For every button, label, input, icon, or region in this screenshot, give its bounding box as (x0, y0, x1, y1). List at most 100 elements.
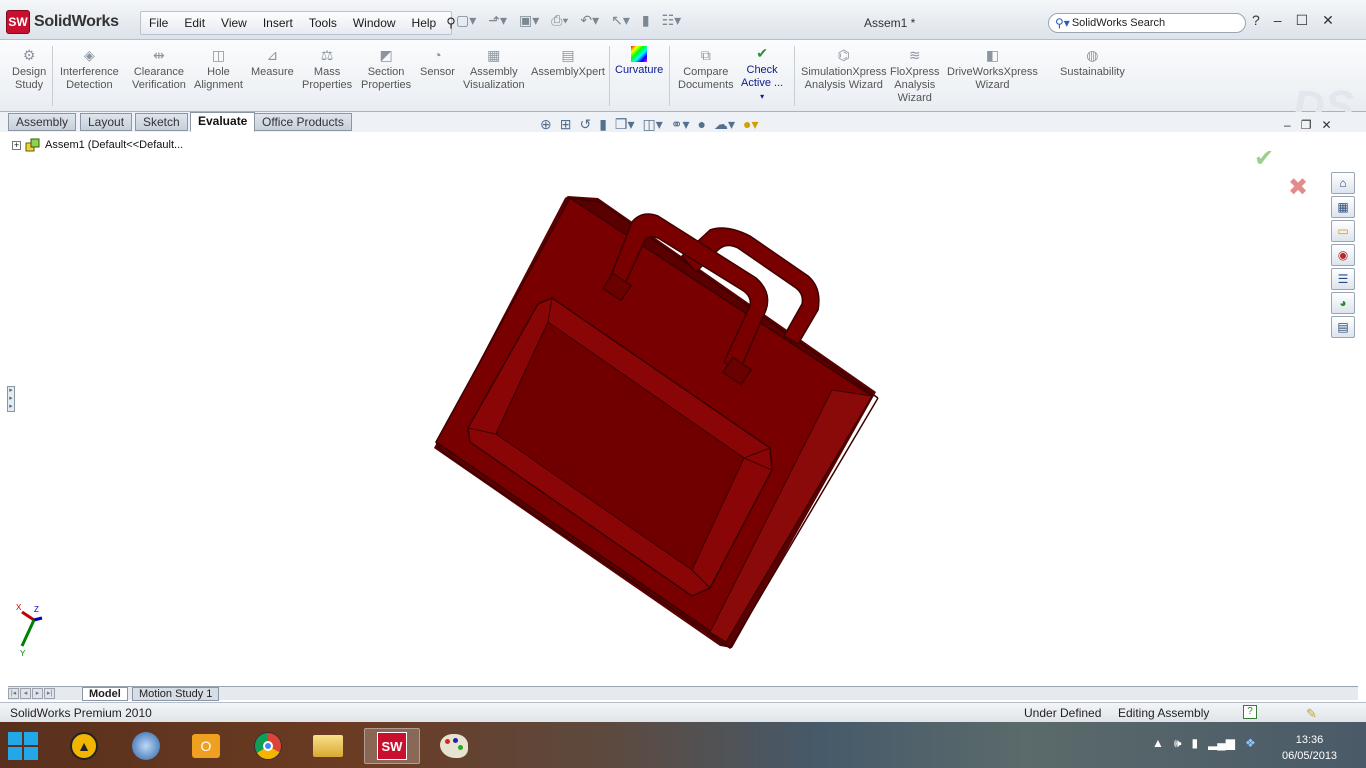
tab-evaluate[interactable]: Evaluate (190, 112, 256, 132)
network-signal-icon[interactable]: ▂▄▆ (1208, 736, 1235, 751)
custom-properties-icon[interactable]: ▤ (1331, 316, 1355, 338)
zoom-to-fit-icon[interactable]: ⊕ (540, 116, 552, 133)
check-active-icon: ✔ (756, 45, 768, 61)
tag-icon[interactable]: ✎ (1306, 705, 1317, 723)
search-3d-icon[interactable]: ◉ (1331, 244, 1355, 266)
taskbar-app-solidworks-icon[interactable]: SW (364, 728, 420, 764)
taskbar-app-explorer-icon[interactable] (300, 728, 356, 764)
search-input[interactable]: SolidWorks Search (1072, 17, 1165, 29)
solidworks-logo[interactable]: SW SolidWorks (6, 8, 140, 36)
driveworksxpress-button[interactable]: ◧ DriveWorksXpress Wizard (947, 46, 1038, 92)
dropbox-icon[interactable]: ❖ (1245, 736, 1256, 751)
minimize-button[interactable]: – (1274, 12, 1282, 29)
feature-tree-root[interactable]: + Assem1 (Default<<Default... (12, 138, 183, 152)
tab-motion-study-1[interactable]: Motion Study 1 (132, 687, 220, 701)
tab-sketch[interactable]: Sketch (135, 113, 188, 131)
viewport-minimize-button[interactable]: – (1284, 118, 1291, 132)
search-box[interactable]: ⚲▾ SolidWorks Search (1048, 13, 1246, 33)
hide-show-items-icon[interactable]: ⚭▾ (671, 116, 690, 133)
simulationxpress-button[interactable]: ⌬ SimulationXpress Analysis Wizard (801, 46, 887, 92)
expand-icon[interactable]: + (12, 140, 21, 150)
briefcase-model[interactable] (420, 180, 890, 660)
last-tab-icon[interactable]: ▸| (44, 688, 55, 699)
sustainability-button[interactable]: ◍ Sustainability (1060, 46, 1125, 79)
show-hidden-icons-icon[interactable]: ▲ (1152, 736, 1164, 751)
hole-alignment-button[interactable]: ◫ Hole Alignment (194, 46, 243, 92)
taskbar-app-chrome-icon[interactable] (240, 728, 296, 764)
clearance-verification-button[interactable]: ⇹ Clearance Verification (132, 46, 186, 92)
menu-edit[interactable]: Edit (176, 16, 213, 30)
display-style-icon[interactable]: ◫▾ (643, 116, 663, 133)
curvature-button[interactable]: Curvature (615, 46, 663, 77)
triad-z-label: Z (34, 605, 39, 614)
assembly-visualization-button[interactable]: ▦ Assembly Visualization (463, 46, 525, 92)
design-study-button[interactable]: ⚙ Design Study (12, 46, 46, 92)
view-settings-icon[interactable]: ●▾ (743, 116, 758, 133)
start-button-icon[interactable] (4, 730, 42, 762)
chevron-down-icon[interactable]: ▾ (760, 92, 764, 101)
home-icon[interactable]: ⌂ (1331, 172, 1355, 194)
view-orientation-icon[interactable]: ❒▾ (615, 116, 635, 133)
confirm-check-icon[interactable]: ✔ (1254, 144, 1274, 173)
tab-model[interactable]: Model (82, 687, 128, 701)
taskbar-app-paint-icon[interactable] (426, 728, 482, 764)
menu-window[interactable]: Window (345, 16, 404, 30)
help-icon[interactable]: ? (1252, 12, 1260, 29)
prev-tab-icon[interactable]: ◂ (20, 688, 31, 699)
section-view-icon[interactable]: ▮ (599, 116, 607, 133)
undo-icon[interactable]: ↶▾ (580, 12, 599, 29)
next-tab-icon[interactable]: ▸ (32, 688, 43, 699)
options-icon[interactable]: ☷▾ (662, 12, 682, 29)
search-icon[interactable]: ⚲▾ (1055, 16, 1070, 30)
taskbar-clock[interactable]: 13:36 06/05/2013 (1282, 732, 1337, 764)
check-active-button[interactable]: ✔ Check Active ... ▾ (741, 44, 783, 103)
file-explorer-icon[interactable]: ▭ (1331, 220, 1355, 242)
assemblyxpert-icon: ▤ (561, 47, 575, 63)
volume-icon[interactable]: 🕪 (1174, 736, 1182, 751)
taskbar-app-thunderbird-icon[interactable] (118, 728, 174, 764)
menu-view[interactable]: View (213, 16, 255, 30)
previous-view-icon[interactable]: ↺ (579, 116, 591, 133)
floxpress-button[interactable]: ≋ FloXpress Analysis Wizard (890, 46, 940, 105)
mass-properties-button[interactable]: ⚖ Mass Properties (302, 46, 352, 92)
tab-assembly[interactable]: Assembly (8, 113, 77, 131)
maximize-button[interactable]: ☐ (1296, 12, 1309, 29)
save-icon[interactable]: ▣▾ (519, 12, 539, 29)
edit-appearance-icon[interactable]: ● (698, 116, 706, 133)
interference-detection-button[interactable]: ◈ Interference Detection (60, 46, 119, 92)
menu-help[interactable]: Help (404, 16, 445, 30)
tree-root-label: Assem1 (Default<<Default... (45, 139, 184, 151)
rebuild-icon[interactable]: ▮ (642, 12, 650, 29)
zoom-to-area-icon[interactable]: ⊞ (560, 116, 572, 133)
measure-button[interactable]: ⊿ Measure (251, 46, 294, 79)
viewport-restore-button[interactable]: ❐ (1301, 118, 1312, 132)
menu-insert[interactable]: Insert (255, 16, 301, 30)
open-icon[interactable]: ⬏▾ (488, 12, 507, 29)
print-icon[interactable]: ⎙▾ (551, 12, 568, 29)
viewport-controls: – ❐ ✕ (1284, 118, 1332, 132)
select-icon[interactable]: ↖▾ (611, 12, 630, 29)
section-properties-button[interactable]: ◩ Section Properties (361, 46, 411, 92)
panel-expand-handle[interactable]: ▸ ▸ ▸ (7, 386, 15, 412)
apply-scene-icon[interactable]: ☁▾ (714, 116, 735, 133)
battery-icon[interactable]: ▮ (1191, 736, 1198, 751)
sensor-button[interactable]: ◔ Sensor (420, 46, 455, 79)
cancel-x-icon[interactable]: ✖ (1288, 173, 1308, 202)
assemblyxpert-button[interactable]: ▤ AssemblyXpert (531, 46, 605, 79)
new-document-icon[interactable]: ▢▾ (456, 12, 476, 29)
close-button[interactable]: ✕ (1322, 12, 1334, 29)
compare-documents-button[interactable]: ⧉ Compare Documents (678, 46, 734, 92)
tab-office-products[interactable]: Office Products (254, 113, 352, 131)
quick-tips-icon[interactable]: ? (1243, 705, 1257, 719)
taskbar-app-avast-icon[interactable]: ▲ (56, 728, 112, 764)
pin-icon[interactable]: ⚲ (446, 15, 456, 31)
taskbar-app-outlook-icon[interactable]: O (178, 728, 234, 764)
menu-tools[interactable]: Tools (301, 16, 345, 30)
tab-layout[interactable]: Layout (80, 113, 133, 131)
design-library-icon[interactable]: ▦ (1331, 196, 1355, 218)
menu-file[interactable]: File (141, 16, 176, 30)
appearances-icon[interactable]: ◕ (1331, 292, 1355, 314)
viewport-close-button[interactable]: ✕ (1321, 118, 1331, 132)
view-palette-icon[interactable]: ☰ (1331, 268, 1355, 290)
first-tab-icon[interactable]: |◂ (8, 688, 19, 699)
